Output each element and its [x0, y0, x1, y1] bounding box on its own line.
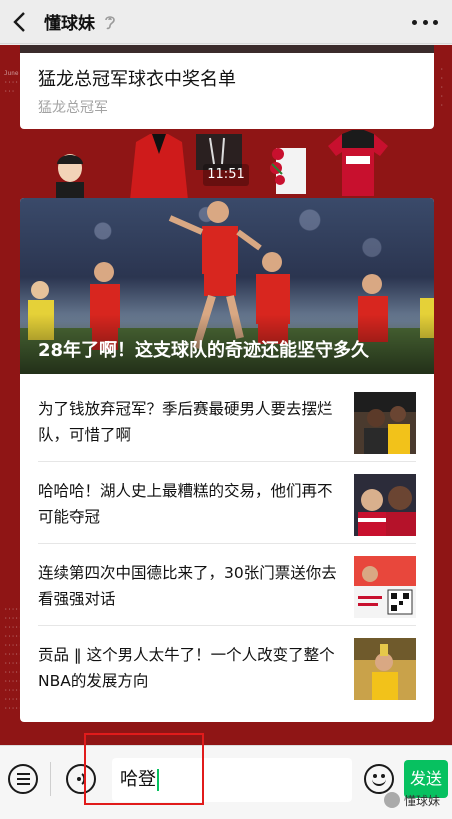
voice-icon[interactable] [66, 764, 96, 794]
illustration-jersey-icon [328, 130, 388, 196]
article-title: 猛龙总冠军球衣中奖名单 [38, 69, 236, 90]
illustration-red-jacket-icon [130, 134, 188, 200]
wechat-logo-icon [384, 792, 400, 808]
menu-list-icon[interactable] [8, 764, 38, 794]
ear-icon [103, 14, 117, 30]
news-item-title: 哈哈哈！湖人史上最糟糕的交易，他们再不可能夺冠 [38, 482, 333, 526]
more-dots-icon[interactable] [412, 10, 438, 34]
news-thumbnail [354, 392, 416, 454]
divider [50, 762, 51, 796]
news-item-title: 连续第四次中国德比来了，30张门票送你去看强强对话 [38, 564, 337, 608]
news-item-title: 为了钱放弃冠军？季后赛最硬男人要去摆烂队，可惜了啊 [38, 400, 333, 444]
hero-article[interactable]: 28年了啊！这支球队的奇迹还能坚守多久 [20, 198, 434, 374]
previous-article-card[interactable]: 猛龙总冠军球衣中奖名单 猛龙总冠军 [20, 45, 434, 129]
top-navbar: 懂球妹 [0, 0, 452, 44]
chat-title: 懂球妹 [44, 14, 95, 34]
chevron-left-icon[interactable] [0, 0, 38, 44]
message-input[interactable]: 哈登 [112, 758, 352, 802]
text-caret [157, 769, 159, 791]
news-item[interactable]: 连续第四次中国德比来了，30张门票送你去看强强对话 [38, 544, 416, 626]
news-item[interactable]: 哈哈哈！湖人史上最糟糕的交易，他们再不可能夺冠 [38, 462, 416, 544]
article-subtitle: 猛龙总冠军 [38, 100, 108, 116]
message-input-value: 哈登 [120, 769, 156, 790]
news-thumbnail [354, 474, 416, 536]
news-item[interactable]: 贡品 ‖ 这个男人太牛了！一个人改变了整个NBA的发展方向 [38, 626, 416, 708]
news-thumbnail [354, 556, 416, 618]
background-pattern: · · · · · [440, 66, 444, 109]
background-pattern: June ···· ··· [4, 70, 19, 95]
watermark: 懂球妹 [384, 790, 448, 810]
news-item[interactable]: 为了钱放弃冠军？季后赛最硬男人要去摆烂队，可惜了啊 [38, 380, 416, 462]
news-item-title: 贡品 ‖ 这个男人太牛了！一个人改变了整个NBA的发展方向 [38, 646, 335, 690]
illustration-person-icon [56, 154, 84, 198]
news-card: 28年了啊！这支球队的奇迹还能坚守多久 为了钱放弃冠军？季后赛最硬男人要去摆烂队… [20, 198, 434, 722]
message-timestamp: 11:51 [203, 164, 249, 186]
hero-title: 28年了啊！这支球队的奇迹还能坚守多久 [38, 340, 370, 361]
watermark-text: 懂球妹 [404, 793, 441, 808]
illustration-flower-person-icon [270, 148, 306, 194]
news-thumbnail [354, 638, 416, 700]
